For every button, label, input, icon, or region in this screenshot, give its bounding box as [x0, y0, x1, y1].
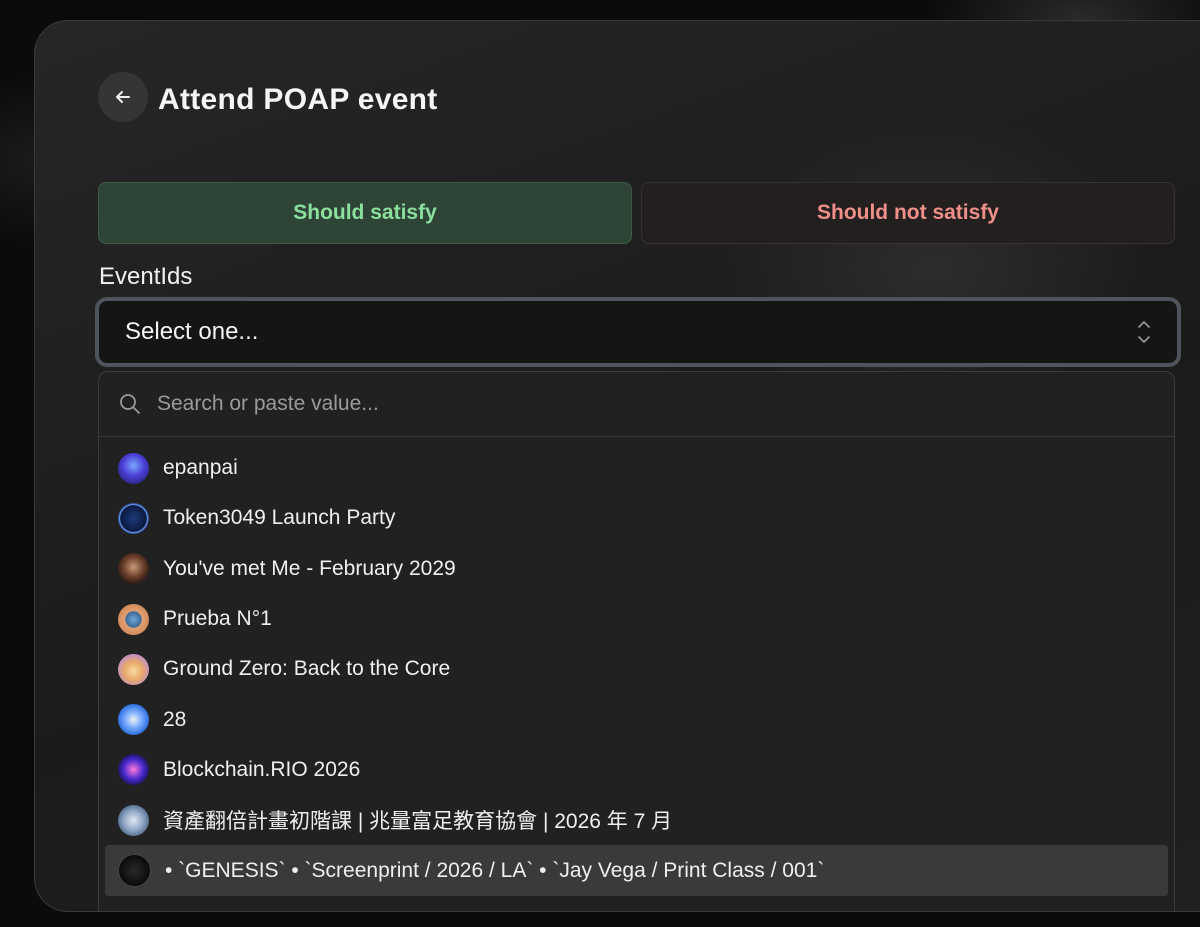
attend-poap-modal: Attend POAP event Should satisfy Should … [34, 20, 1200, 912]
event-avatar [118, 653, 149, 685]
list-item-label: Blockchain.RIO 2026 [163, 757, 361, 781]
eventids-label: EventIds [99, 263, 193, 290]
list-item-label: • `GENESIS` • `Screenprint / 2026 / LA` … [165, 858, 825, 882]
arrow-left-icon [116, 91, 130, 103]
eventids-select[interactable]: Select one... [95, 297, 1181, 367]
list-item-label: 資產翻倍計畫初階課 | 兆量富足教育協會 | 2026 年 7 月 [163, 810, 673, 834]
eventids-dropdown: epanpai Token3049 Launch Party You've me… [98, 371, 1175, 911]
list-item[interactable]: 28 [105, 694, 1168, 744]
should-satisfy-button[interactable]: Should satisfy [98, 182, 632, 244]
event-avatar [118, 854, 151, 888]
options-list: epanpai Token3049 Launch Party You've me… [99, 437, 1174, 896]
list-item[interactable]: Ground Zero: Back to the Core [105, 644, 1168, 694]
page-title: Attend POAP event [158, 83, 438, 116]
should-not-satisfy-button[interactable]: Should not satisfy [641, 182, 1175, 244]
list-item[interactable]: You've met Me - February 2029 [105, 544, 1168, 594]
event-avatar [118, 804, 149, 836]
event-avatar [118, 754, 149, 786]
list-item[interactable]: Token3049 Launch Party [105, 493, 1168, 543]
search-icon [120, 394, 140, 414]
select-placeholder: Select one... [125, 318, 259, 345]
event-avatar [118, 704, 149, 736]
list-item-label: Ground Zero: Back to the Core [163, 657, 451, 681]
event-avatar [118, 553, 149, 585]
list-item-label: You've met Me - February 2029 [163, 556, 456, 580]
list-item[interactable]: Prueba N°1 [105, 594, 1168, 644]
list-item-label: epanpai [163, 456, 238, 480]
list-item[interactable]: Blockchain.RIO 2026 [105, 745, 1168, 795]
list-item-label: Prueba N°1 [163, 607, 272, 631]
list-item[interactable]: epanpai [105, 443, 1168, 493]
list-item[interactable]: 資產翻倍計畫初階課 | 兆量富足教育協會 | 2026 年 7 月 [105, 795, 1168, 845]
search-input[interactable] [155, 391, 1059, 417]
event-avatar [118, 603, 149, 635]
list-item-label: Token3049 Launch Party [163, 506, 396, 530]
event-avatar [118, 502, 149, 534]
chevron-up-down-icon [1138, 321, 1150, 343]
list-item-label: 28 [163, 707, 187, 731]
list-item-highlighted[interactable]: • `GENESIS` • `Screenprint / 2026 / LA` … [105, 845, 1168, 896]
search-row [99, 372, 1174, 437]
event-avatar [118, 452, 149, 484]
back-button[interactable] [98, 72, 148, 122]
